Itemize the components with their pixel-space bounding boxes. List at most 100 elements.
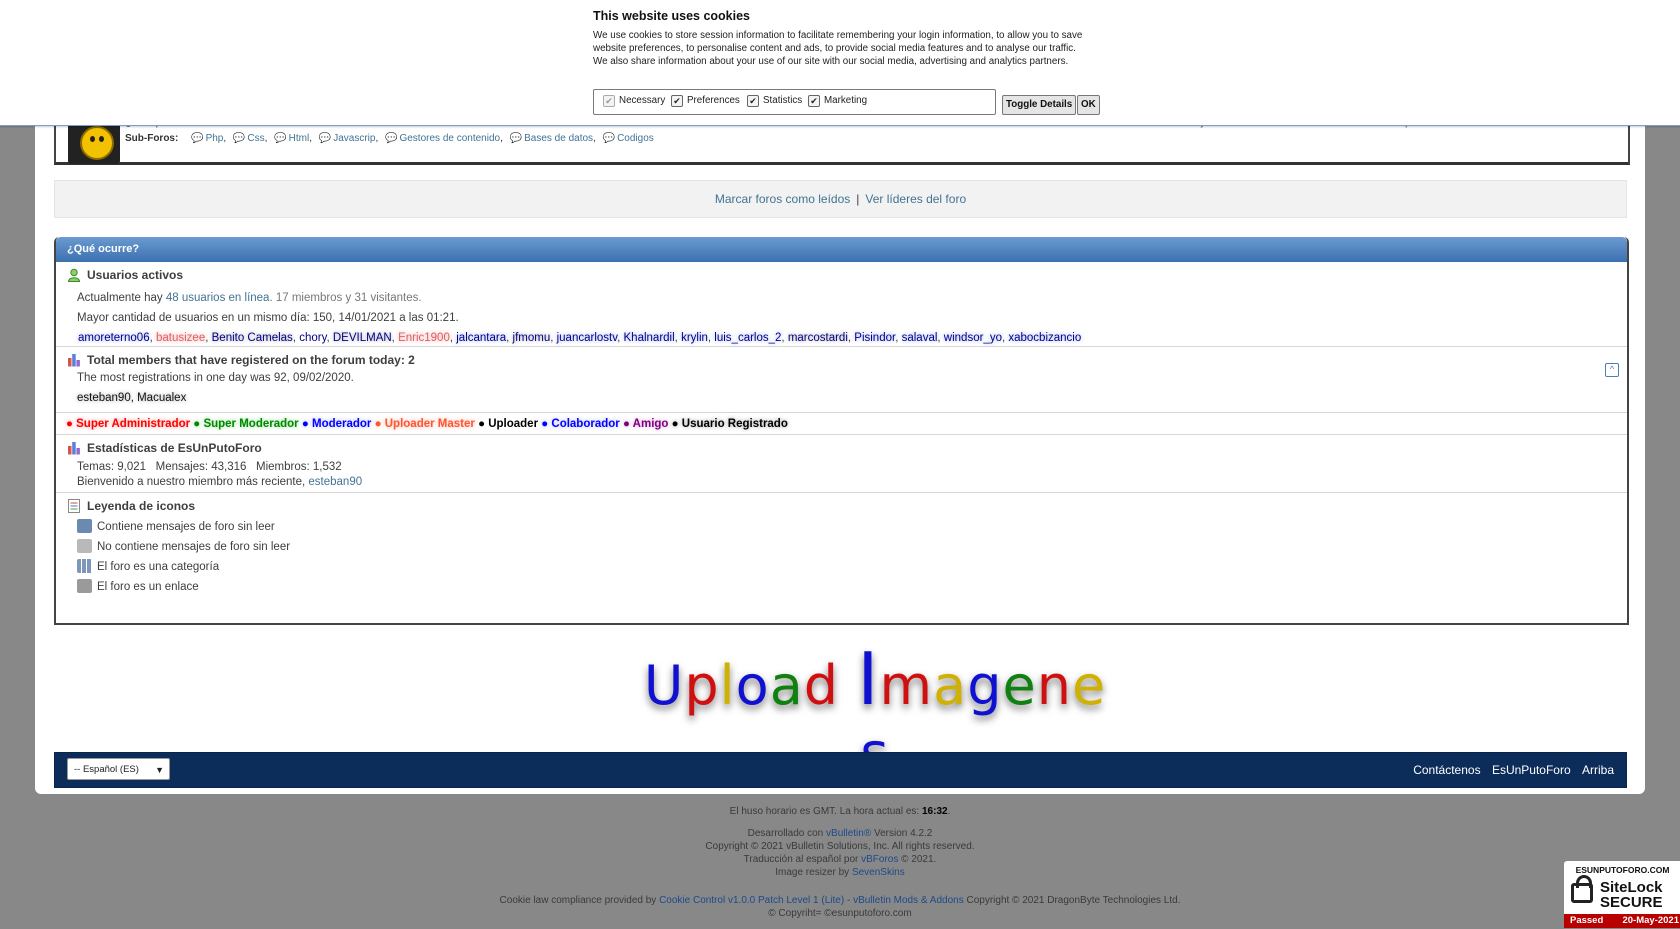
online-user-link[interactable]: batusizee — [156, 332, 205, 344]
online-users-link[interactable]: 48 usuarios en línea — [166, 292, 270, 304]
footer-bar: -- Español (ES) ▼ Contáctenos EsUnPutoFo… — [54, 752, 1627, 788]
statistics-checkbox[interactable]: ✔ — [747, 95, 759, 107]
collapse-button[interactable]: ^ — [1605, 363, 1619, 377]
toggle-details-button[interactable]: Toggle Details — [1002, 95, 1077, 115]
banner-letter: n — [1036, 654, 1072, 717]
icon-legend-heading: Leyenda de iconos — [87, 499, 196, 513]
subforum-link[interactable]: Php — [206, 133, 224, 144]
online-user-link[interactable]: juancarlostv — [557, 332, 618, 344]
dash: - — [846, 895, 851, 906]
sitelock-badge[interactable]: ESUNPUTOFORO.COM SiteLock SECURE Passed … — [1563, 860, 1680, 929]
sevenskins-link[interactable]: SevenSkins — [852, 867, 905, 878]
online-user-link[interactable]: windsor_yo — [944, 332, 1002, 344]
subforum-link[interactable]: Codigos — [617, 133, 654, 144]
mark-forums-read-link[interactable]: Marcar foros como leídos — [715, 192, 850, 206]
online-user-link[interactable]: krylin — [681, 332, 708, 344]
usergroup-legend-item: ● Uploader — [478, 418, 542, 430]
online-user-link[interactable]: Enric1900 — [398, 332, 450, 344]
contact-link[interactable]: Contáctenos — [1413, 763, 1480, 777]
subforums-label: Sub-Foros: — [125, 133, 179, 144]
option-label: Marketing — [824, 95, 868, 106]
cookie-control-link[interactable]: Cookie Control v1.0.0 Patch Level 1 (Lit… — [659, 895, 844, 906]
welcome-text: Bienvenido a nuestro miembro más recient… — [77, 476, 306, 488]
banner-letter: e — [1002, 654, 1037, 717]
icon-legend-label: Contiene mensajes de foro sin leer — [97, 521, 275, 533]
bubble-icon: 💬 — [274, 133, 287, 144]
icon-legend-label: No contiene mensajes de foro sin leer — [97, 541, 291, 553]
vbulletin-link[interactable]: vBulletin® — [826, 828, 871, 839]
banner-letter: d — [803, 654, 840, 717]
subforums-list: Sub-Foros: 💬 Php, 💬 Css, 💬 Html, 💬 Javascrip… — [125, 133, 654, 144]
online-user-link[interactable]: Pisindor — [854, 332, 895, 344]
banner-letter: e — [1071, 654, 1107, 717]
banner-letter: p — [684, 654, 720, 717]
online-user-link[interactable]: salaval — [902, 332, 938, 344]
statistics-option[interactable]: ✔ Statistics — [747, 95, 802, 107]
user-icon — [67, 268, 81, 282]
separator: | — [856, 192, 860, 206]
icon-legend-item: Contiene mensajes de foro sin leer — [77, 519, 275, 533]
subforum-link[interactable]: Gestores de contenido — [399, 133, 500, 144]
online-user-link[interactable]: Benito Camelas — [212, 332, 293, 344]
online-user-link[interactable]: Khalnardil — [624, 332, 675, 344]
usergroup-legend-item: ● Uploader Master — [374, 418, 479, 430]
marketing-option[interactable]: ✔ Marketing — [808, 95, 867, 107]
language-select[interactable]: -- Español (ES) ▼ — [67, 758, 170, 780]
cookie-text: We use cookies to store session informat… — [593, 30, 1083, 67]
preferences-option[interactable]: ✔ Preferences — [671, 95, 740, 107]
subforum-link[interactable]: Html — [289, 133, 310, 144]
icon-legend-label: El foro es un enlace — [97, 581, 199, 593]
online-summary: Actualmente hay 48 usuarios en línea. 17… — [77, 292, 422, 304]
online-user-link[interactable]: luis_carlos_2 — [714, 332, 781, 344]
upload-images-banner[interactable]: Upload Imagenes — [635, 637, 1115, 784]
online-user-link[interactable]: amoreterno06 — [78, 332, 150, 344]
active-users-heading: Usuarios activos — [87, 268, 184, 282]
online-user-link[interactable]: xabocbizancio — [1008, 332, 1081, 344]
footer-links: Contáctenos EsUnPutoForo Arriba — [1405, 753, 1614, 787]
banner-letter: g — [967, 654, 1003, 717]
preferences-checkbox[interactable]: ✔ — [671, 95, 683, 107]
bubble-icon: 💬 — [232, 133, 246, 144]
vbforos-link[interactable]: vBForos — [861, 854, 898, 865]
icon-legend-label: El foro es una categoría — [97, 561, 220, 573]
subforum-link[interactable]: Javascrip — [333, 133, 375, 144]
timezone-suffix: . — [947, 806, 951, 817]
option-label: Preferences — [687, 95, 740, 106]
online-user-link[interactable]: jalcantara — [456, 332, 506, 344]
translation-line: Traducción al español por vBForos © 2021… — [0, 854, 1680, 865]
banner-letter: o — [735, 654, 770, 717]
forum-actions-bar: Marcar foros como leídos | Ver líderes del… — [54, 180, 1627, 218]
ok-button[interactable]: OK — [1077, 95, 1100, 115]
home-link[interactable]: EsUnPutoForo — [1492, 763, 1571, 777]
cookie-consent-bar: This website uses cookies We use cookies… — [0, 0, 1680, 126]
marketing-checkbox[interactable]: ✔ — [808, 95, 820, 107]
sitelock-passed: Passed — [1570, 915, 1604, 926]
newest-member-link[interactable]: esteban90 — [308, 476, 362, 488]
top-link[interactable]: Arriba — [1582, 763, 1614, 777]
bubble-icon: 💬 — [318, 133, 332, 144]
stats-icon — [68, 354, 80, 367]
vb-mods-link[interactable]: vBulletin Mods & Addons — [853, 895, 964, 906]
online-user-link[interactable]: jfmomu — [513, 332, 551, 344]
forum-leaders-link[interactable]: Ver líderes del foro — [865, 192, 966, 206]
registered-members[interactable]: esteban90, Macualex — [77, 392, 186, 404]
banner-letter: a — [933, 654, 968, 717]
powered-by-text: Desarrollado con — [747, 828, 824, 839]
sitelock-footer: Passed 20-May-2021 — [1564, 914, 1680, 928]
usergroup-legend-item: ● Amigo — [622, 418, 672, 430]
online-user-link[interactable]: DEVILMAN — [333, 332, 392, 344]
banner-letter — [839, 654, 857, 717]
cookie-compliance-text: Cookie law compliance provided by — [499, 895, 657, 906]
usergroup-legend-item: ● Usuario Registrado — [671, 418, 788, 430]
subforum-link[interactable]: Css — [247, 133, 264, 144]
online-prefix: Actualmente hay — [77, 292, 163, 304]
subforum-link[interactable]: Bases de datos — [524, 133, 593, 144]
forum-stats-heading: Estadísticas de EsUnPutoForo — [87, 441, 262, 455]
site-copyright-line: © Copyriht= ©esunputoforo.com — [768, 908, 912, 919]
usergroup-legend: ● Super Administrador ● Super Moderador … — [56, 413, 1627, 435]
image-resizer-line: Image resizer by SevenSkins — [0, 867, 1680, 878]
active-users-section: Usuarios activos Actualmente hay 48 usua… — [56, 262, 1627, 347]
online-counts: . 17 miembros y 31 visitantes. — [269, 292, 422, 304]
online-user-link[interactable]: chory — [299, 332, 326, 344]
online-user-link[interactable]: marcostardi — [788, 332, 848, 344]
